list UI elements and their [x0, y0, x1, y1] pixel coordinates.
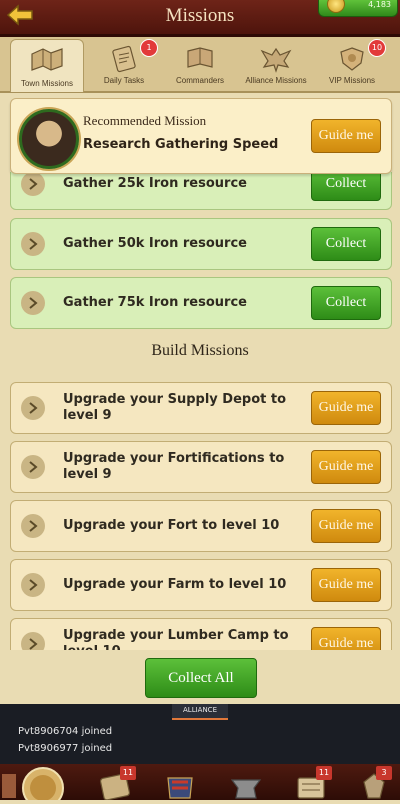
nav-badge: 3	[376, 766, 392, 780]
guide-button[interactable]: Guide me	[311, 627, 381, 650]
chat-panel[interactable]: ALLIANCE Pvt8906704 joined Pvt8906977 jo…	[0, 704, 400, 764]
recommended-title: Research Gathering Speed	[83, 137, 279, 152]
tab-town-missions[interactable]: Town Missions	[10, 39, 84, 92]
town-map-icon	[31, 48, 63, 71]
chevron-right-icon	[21, 291, 45, 315]
mission-text: Upgrade your Supply Depot to level 9	[63, 392, 287, 423]
bottom-nav: 11 11 3	[0, 764, 400, 804]
tab-vip-missions[interactable]: 10 VIP Missions	[316, 39, 388, 89]
nav-item-mail[interactable]: 11	[292, 766, 332, 800]
chat-message: Pvt8906704 joined	[18, 726, 113, 737]
chevron-right-icon	[21, 573, 45, 597]
mission-text: Gather 50k Iron resource	[63, 236, 247, 251]
nav-badge: 11	[316, 766, 332, 780]
mission-list[interactable]: Gather 25k Iron resource Collect Gather …	[0, 172, 400, 650]
top-bar: Missions 4,183	[0, 0, 400, 37]
tab-label: Daily Tasks	[103, 76, 145, 85]
mission-row[interactable]: Upgrade your Lumber Camp to level 10 Gui…	[10, 618, 392, 650]
nav-item-left-edge[interactable]	[0, 766, 18, 800]
collect-button[interactable]: Collect	[311, 286, 381, 320]
building-icon	[2, 774, 16, 798]
tab-label: Commanders	[175, 76, 224, 85]
commander-book-icon	[187, 47, 213, 68]
mission-text: Upgrade your Fort to level 10	[63, 518, 280, 533]
chevron-right-icon	[21, 455, 45, 479]
recommended-guide-button[interactable]: Guide me	[311, 119, 381, 153]
mission-row[interactable]: Upgrade your Farm to level 10 Guide me	[10, 559, 392, 611]
chevron-right-icon	[21, 232, 45, 256]
alliance-eagle-icon	[260, 47, 292, 73]
tab-label: Alliance Missions	[245, 76, 307, 85]
mission-text: Gather 25k Iron resource	[63, 176, 247, 191]
chevron-right-icon	[21, 632, 45, 650]
chevron-right-icon	[21, 514, 45, 538]
tab-badge: 10	[368, 39, 386, 57]
guide-button[interactable]: Guide me	[311, 391, 381, 425]
build-missions-heading: Build Missions	[151, 342, 249, 359]
tab-commanders[interactable]: Commanders	[164, 39, 236, 89]
mission-row[interactable]: Upgrade your Fort to level 10 Guide me	[10, 500, 392, 552]
currency-amount: 4,183	[368, 0, 391, 9]
guide-button[interactable]: Guide me	[311, 568, 381, 602]
anvil-icon	[230, 779, 262, 799]
nav-item-missions[interactable]: 11	[96, 766, 136, 801]
mission-text: Upgrade your Lumber Camp to level 10	[63, 628, 289, 650]
mission-tabs: Town Missions 1 Daily Tasks Commanders A…	[0, 37, 400, 93]
mission-text: Upgrade your Farm to level 10	[63, 577, 287, 592]
guide-button[interactable]: Guide me	[311, 450, 381, 484]
profile-medal-icon	[22, 767, 64, 804]
collect-button[interactable]: Collect	[311, 172, 381, 201]
mission-row[interactable]: Upgrade your Fortifications to level 9 G…	[10, 441, 392, 493]
nav-badge: 11	[120, 766, 136, 780]
nav-item-profile[interactable]	[20, 766, 66, 804]
collect-button[interactable]: Collect	[311, 227, 381, 261]
vip-shield-icon	[340, 47, 364, 71]
chevron-right-icon	[21, 172, 45, 196]
mission-text: Gather 75k Iron resource	[63, 295, 247, 310]
alliance-flag-icon	[167, 777, 193, 799]
mission-row[interactable]: Gather 75k Iron resource Collect	[10, 277, 392, 329]
tab-alliance-missions[interactable]: Alliance Missions	[240, 39, 312, 89]
recommended-label: Recommended Mission	[83, 113, 207, 128]
tab-label: VIP Missions	[328, 76, 376, 85]
recommended-mission-card: Recommended Mission Research Gathering S…	[10, 98, 392, 174]
scroll-icon	[112, 45, 136, 73]
currency-display[interactable]: 4,183	[318, 0, 398, 17]
mission-text: Upgrade your Fortifications to level 9	[63, 451, 285, 482]
tab-label: Town Missions	[20, 79, 73, 88]
chat-message: Pvt8906977 joined	[18, 743, 113, 754]
coin-icon	[327, 0, 345, 13]
nav-item-more[interactable]: 3	[352, 766, 396, 800]
mission-row[interactable]: Gather 50k Iron resource Collect	[10, 218, 392, 270]
nav-item-alliance[interactable]	[160, 766, 200, 800]
chevron-right-icon	[21, 396, 45, 420]
commander-avatar	[19, 109, 79, 169]
collect-all-button[interactable]: Collect All	[145, 658, 257, 698]
nav-item-shop[interactable]	[226, 766, 266, 800]
chat-tab-alliance[interactable]: ALLIANCE	[172, 704, 228, 720]
mission-row[interactable]: Gather 25k Iron resource Collect	[10, 172, 392, 210]
tab-daily-tasks[interactable]: 1 Daily Tasks	[88, 39, 160, 89]
tab-badge: 1	[140, 39, 158, 57]
guide-button[interactable]: Guide me	[311, 509, 381, 543]
mission-row[interactable]: Upgrade your Supply Depot to level 9 Gui…	[10, 382, 392, 434]
